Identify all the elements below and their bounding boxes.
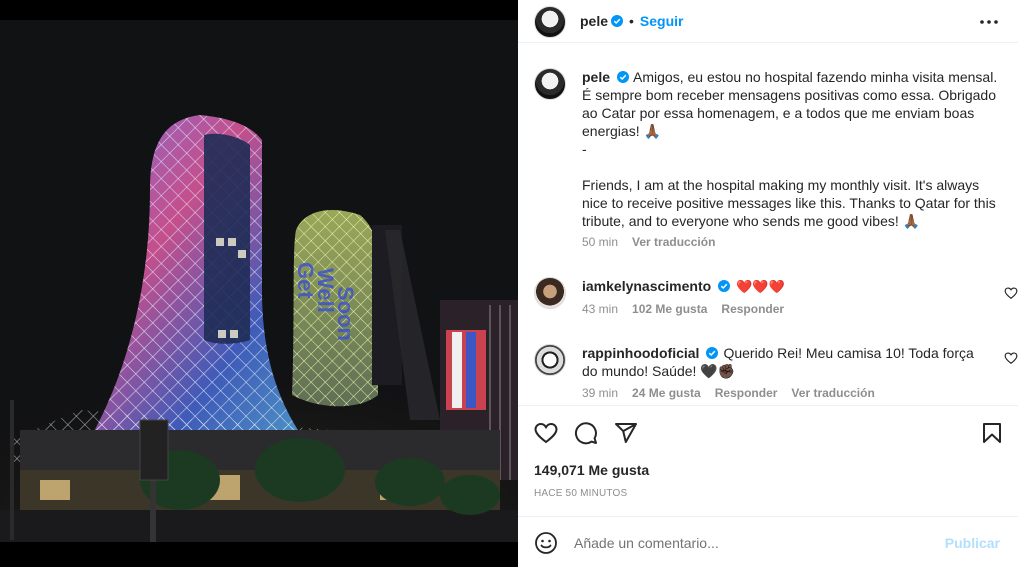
- night-city-photo: Get Well Soon: [0, 0, 518, 567]
- follow-button[interactable]: Seguir: [640, 13, 684, 29]
- verified-badge-icon: [611, 15, 624, 27]
- reply-button[interactable]: Responder: [721, 302, 784, 316]
- comments-section[interactable]: pele Amigos, eu estou no hospital fazendo…: [518, 44, 1018, 406]
- comment-time[interactable]: 43 min: [582, 302, 618, 316]
- comment-time[interactable]: 39 min: [582, 386, 618, 400]
- share-icon[interactable]: [614, 421, 638, 445]
- bookmark-icon[interactable]: [980, 421, 1004, 445]
- caption-translate-link[interactable]: Ver traducción: [632, 235, 715, 249]
- emoji-icon[interactable]: [534, 531, 558, 555]
- post-timestamp[interactable]: HACE 50 MINUTOS: [534, 488, 627, 499]
- verified-badge-icon: [706, 347, 719, 359]
- author-avatar[interactable]: [534, 5, 566, 38]
- post-photo[interactable]: Get Well Soon: [0, 0, 518, 567]
- verified-badge-icon: [718, 280, 731, 292]
- more-options-icon[interactable]: [978, 12, 1000, 32]
- caption-username[interactable]: pele: [582, 69, 610, 85]
- commenter-avatar[interactable]: [534, 344, 566, 376]
- comment-box: Publicar: [518, 518, 1018, 567]
- comment-icon[interactable]: [574, 421, 598, 445]
- caption-row: pele Amigos, eu estou no hospital fazendo…: [534, 68, 1004, 249]
- comment-like-heart-icon[interactable]: [1004, 351, 1018, 365]
- commenter-avatar[interactable]: [534, 277, 566, 309]
- reply-button[interactable]: Responder: [715, 386, 778, 400]
- svg-text:Soon: Soon: [333, 286, 358, 341]
- post-side-panel: pele • Seguir pele Amigos, eu estou no ho…: [518, 0, 1018, 567]
- likes-count[interactable]: 149,071 Me gusta: [534, 462, 649, 478]
- separator-dot: •: [629, 13, 634, 29]
- commenter-username[interactable]: rappinhoodoficial: [582, 345, 699, 361]
- heart-icon[interactable]: [534, 421, 558, 445]
- post-header: pele • Seguir: [518, 0, 1018, 43]
- caption-time[interactable]: 50 min: [582, 235, 618, 249]
- comment-item: rappinhoodoficial Querido Rei! Meu camisa…: [534, 344, 1018, 400]
- caption-dash: -: [582, 141, 587, 157]
- comment-translate-link[interactable]: Ver traducción: [791, 386, 874, 400]
- commenter-username[interactable]: iamkelynascimento: [582, 278, 711, 294]
- verified-badge-icon: [617, 71, 630, 83]
- caption-text-en: Friends, I am at the hospital making my …: [582, 177, 996, 229]
- comment-likes[interactable]: 102 Me gusta: [632, 302, 707, 316]
- caption-avatar[interactable]: [534, 68, 566, 100]
- comment-text: ❤️❤️❤️: [736, 279, 785, 295]
- post-actions: 149,071 Me gusta HACE 50 MINUTOS: [518, 407, 1018, 517]
- author-username[interactable]: pele: [580, 13, 608, 29]
- publish-button[interactable]: Publicar: [945, 535, 1000, 551]
- comment-input[interactable]: [574, 534, 934, 551]
- caption-text-pt: Amigos, eu estou no hospital fazendo min…: [582, 69, 998, 139]
- comment-likes[interactable]: 24 Me gusta: [632, 386, 701, 400]
- comment-item: iamkelynascimento ❤️❤️❤️ 43 min 102 Me gus…: [534, 277, 1018, 316]
- comment-like-heart-icon[interactable]: [1004, 286, 1018, 300]
